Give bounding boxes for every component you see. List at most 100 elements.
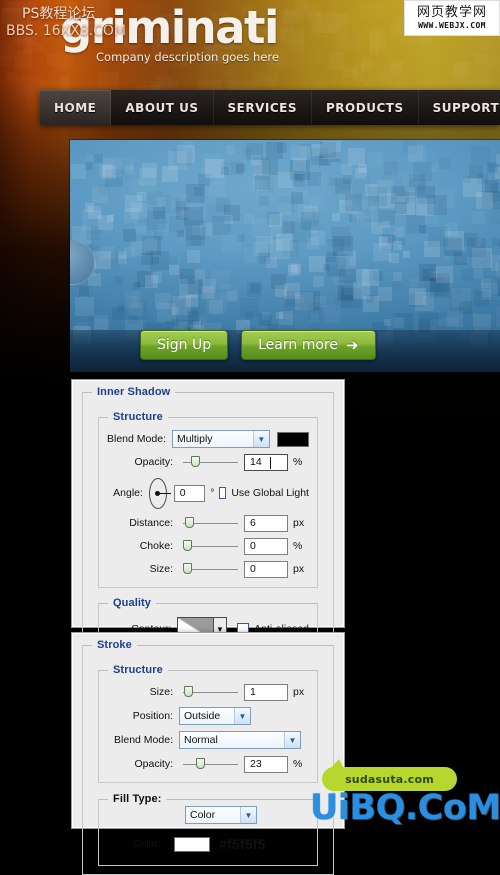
distance-label: Distance: xyxy=(129,517,173,529)
slider-track xyxy=(183,764,238,765)
arrow-right-icon: ➜ xyxy=(345,335,359,354)
stroke-size-unit: px xyxy=(293,686,305,698)
nav-item-home[interactable]: HOME xyxy=(40,90,112,125)
banner-cta-group: Sign Up Learn more ➜ xyxy=(140,330,376,360)
choke-label: Choke: xyxy=(139,540,173,552)
slider-knob[interactable] xyxy=(195,758,205,769)
nav-item-about-us[interactable]: ABOUT US xyxy=(111,90,214,125)
text-cursor xyxy=(270,456,271,469)
choke-slider[interactable] xyxy=(183,539,238,553)
hero-banner: Sign Up Learn more ➜ xyxy=(70,140,500,372)
stroke-opacity-input[interactable]: 23 xyxy=(244,755,288,773)
angle-label: Angle: xyxy=(113,487,143,499)
opacity-slider[interactable] xyxy=(183,455,238,469)
blend-mode-row: Blend Mode: Multiply ▼ xyxy=(107,429,309,449)
nav-item-label: HOME xyxy=(54,100,97,115)
slider-knob[interactable] xyxy=(183,540,192,551)
opacity-value: 14 xyxy=(250,456,262,468)
stroke-group: Stroke Structure Size: 1 px Position: Ou… xyxy=(82,639,334,875)
use-global-light-label: Use Global Light xyxy=(231,487,309,499)
chevron-down-icon: ▼ xyxy=(252,431,269,447)
opacity-unit: % xyxy=(293,456,303,468)
sign-up-button[interactable]: Sign Up xyxy=(140,330,229,360)
stroke-blend-mode-select[interactable]: Normal ▼ xyxy=(179,731,301,749)
fill-type-select[interactable]: Color ▼ xyxy=(185,806,257,824)
stroke-size-slider[interactable] xyxy=(183,685,238,699)
slider-knob[interactable] xyxy=(184,517,194,528)
chevron-down-icon: ▼ xyxy=(240,807,256,823)
distance-input[interactable]: 6 xyxy=(244,514,288,532)
nav-item-services[interactable]: SERVICES xyxy=(214,90,313,125)
use-global-light-checkbox[interactable] xyxy=(218,487,227,499)
watermark-top-left: PS教程论坛 BBS. 16XX8.COM xyxy=(6,6,126,40)
opacity-input[interactable]: 14 xyxy=(244,453,288,471)
watermark-bubble-text: sudasuta.com xyxy=(345,772,434,786)
distance-value: 6 xyxy=(250,517,256,529)
slider-knob[interactable] xyxy=(183,563,192,574)
stroke-size-label: Size: xyxy=(149,686,173,698)
opacity-row: Opacity: 14 % xyxy=(107,452,309,472)
choke-input[interactable]: 0 xyxy=(244,537,288,555)
fill-type-row: Color ▼ xyxy=(107,805,309,825)
watermark-top-right-cn: 网页教学网 xyxy=(416,5,487,20)
stroke-opacity-slider[interactable] xyxy=(183,757,238,771)
chevron-down-icon: ▼ xyxy=(234,708,250,724)
angle-unit: ° xyxy=(210,487,215,499)
stroke-position-select[interactable]: Outside ▼ xyxy=(179,707,251,725)
stroke-structure-group: Structure Size: 1 px Position: Outside ▼ xyxy=(98,664,318,783)
main-navigation[interactable]: HOMEABOUT USSERVICESPRODUCTSSUPPORTCONTA… xyxy=(40,90,500,125)
sign-up-button-label: Sign Up xyxy=(157,337,212,353)
stroke-position-row: Position: Outside ▼ xyxy=(107,706,309,726)
stroke-structure-legend: Structure xyxy=(108,664,168,676)
angle-row: Angle: 0 ° Use Global Light xyxy=(107,476,309,510)
stroke-title: Stroke xyxy=(92,639,137,651)
shadow-color-swatch[interactable] xyxy=(276,431,309,447)
slider-knob[interactable] xyxy=(184,686,194,697)
watermark-top-left-line1: PS教程论坛 xyxy=(22,6,96,22)
stroke-color-hex: #f5f5f5 xyxy=(219,836,266,852)
stroke-blend-mode-label: Blend Mode: xyxy=(114,734,173,746)
quality-legend: Quality xyxy=(108,597,156,609)
nav-item-support[interactable]: SUPPORT xyxy=(419,90,500,125)
angle-dial-hub xyxy=(155,490,161,496)
size-row: Size: 0 px xyxy=(107,559,309,579)
stroke-size-input[interactable]: 1 xyxy=(244,683,288,701)
size-input[interactable]: 0 xyxy=(244,560,288,578)
stroke-blend-mode-row: Blend Mode: Normal ▼ xyxy=(107,730,309,750)
stroke-opacity-label: Opacity: xyxy=(134,758,173,770)
inner-shadow-dialog: Inner Shadow Structure Blend Mode: Multi… xyxy=(72,380,344,686)
size-slider[interactable] xyxy=(183,562,238,576)
stroke-position-value: Outside xyxy=(184,710,221,722)
fill-type-label: Fill Type: xyxy=(108,793,167,805)
choke-row: Choke: 0 % xyxy=(107,536,309,556)
choke-value: 0 xyxy=(250,540,256,552)
angle-input[interactable]: 0 xyxy=(173,484,206,502)
distance-unit: px xyxy=(293,517,305,529)
size-value: 0 xyxy=(250,563,256,575)
stroke-size-row: Size: 1 px xyxy=(107,682,309,702)
blend-mode-label: Blend Mode: xyxy=(107,433,166,445)
choke-unit: % xyxy=(293,540,303,552)
learn-more-button[interactable]: Learn more ➜ xyxy=(241,330,376,360)
size-unit: px xyxy=(293,563,305,575)
blend-mode-value: Multiply xyxy=(176,433,213,445)
stroke-size-value: 1 xyxy=(250,686,256,698)
watermark-top-right-url: WWW.WEBJX.COM xyxy=(418,21,486,30)
nav-item-label: SERVICES xyxy=(227,100,298,115)
nav-item-products[interactable]: PRODUCTS xyxy=(312,90,419,125)
stroke-dialog: Stroke Structure Size: 1 px Position: Ou… xyxy=(72,633,344,875)
inner-shadow-title: Inner Shadow xyxy=(92,386,176,398)
slider-knob[interactable] xyxy=(190,456,200,467)
stroke-opacity-value: 23 xyxy=(250,758,262,770)
stroke-color-label: Color: xyxy=(132,838,161,850)
distance-slider[interactable] xyxy=(183,516,238,530)
structure-legend: Structure xyxy=(108,411,168,423)
stroke-opacity-row: Opacity: 23 % xyxy=(107,754,309,774)
stroke-color-swatch[interactable] xyxy=(174,836,210,852)
angle-dial[interactable] xyxy=(148,477,171,509)
logo-tagline: Company description goes here xyxy=(96,50,279,64)
watermark-brand-text: UiBQ.CoM xyxy=(310,788,500,828)
learn-more-button-label: Learn more xyxy=(258,337,338,353)
size-label: Size: xyxy=(149,563,173,575)
blend-mode-select[interactable]: Multiply ▼ xyxy=(171,430,270,448)
